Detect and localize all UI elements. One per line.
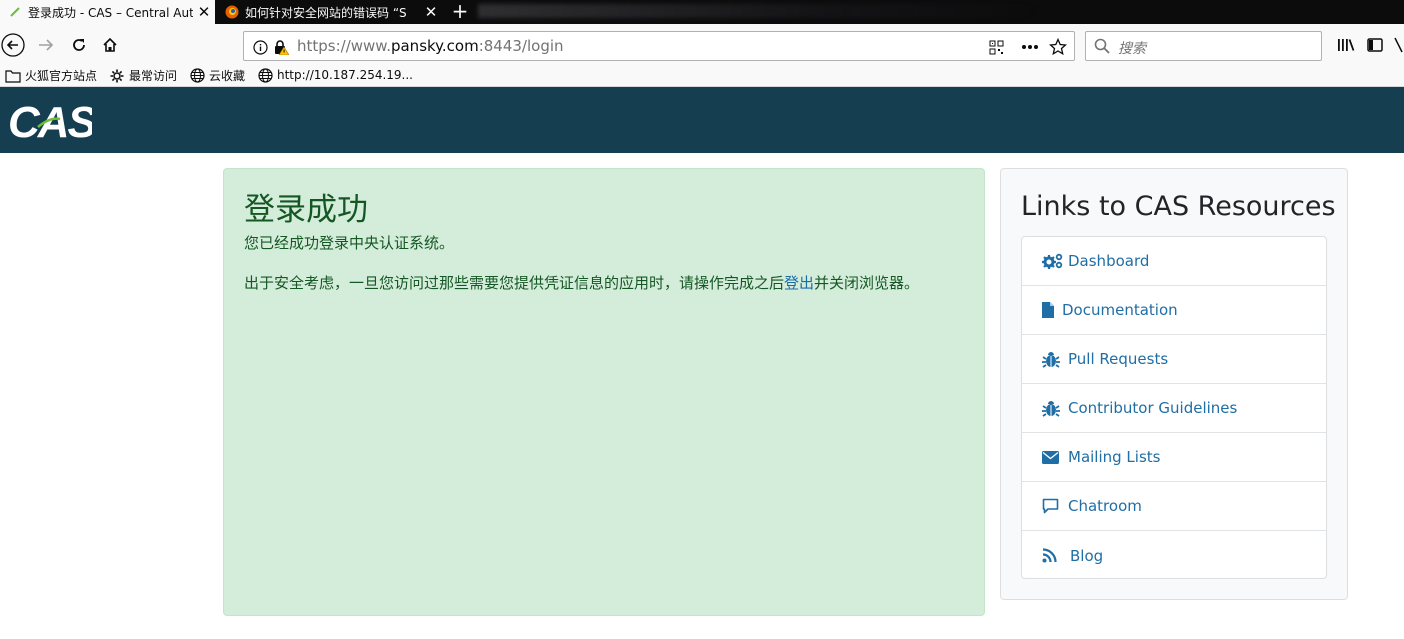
insecure-lock-icon[interactable]	[272, 38, 290, 56]
back-arrow-icon	[1, 33, 25, 57]
bug-icon	[1042, 350, 1064, 368]
resource-label: Chatroom	[1068, 497, 1142, 515]
page-actions-icon[interactable]	[1021, 38, 1039, 56]
rss-icon	[1042, 547, 1064, 565]
bookmark-item[interactable]: 云收藏	[189, 67, 245, 84]
navigation-toolbar: https://www.pansky.com:8443/login 搜索	[0, 24, 1404, 64]
home-icon	[103, 37, 117, 52]
folder-icon	[5, 68, 21, 84]
bookmark-item[interactable]: http://10.187.254.19...	[257, 67, 413, 83]
resource-link-blog[interactable]: Blog	[1022, 531, 1326, 580]
resource-label: Documentation	[1062, 301, 1178, 319]
firefox-favicon-icon	[225, 5, 239, 19]
bookmark-star-icon[interactable]	[1049, 38, 1067, 56]
resource-link-pull-requests[interactable]: Pull Requests	[1022, 335, 1326, 384]
resource-label: Dashboard	[1068, 252, 1150, 270]
overflow-menu-button[interactable]	[1392, 32, 1404, 58]
gear-icon	[109, 68, 125, 84]
cogs-icon	[1042, 252, 1064, 270]
bookmark-label: 最常访问	[129, 69, 178, 83]
overflow-icon	[1394, 37, 1403, 53]
file-icon	[1042, 301, 1058, 319]
globe-icon	[257, 67, 273, 83]
search-placeholder: 搜索	[1118, 41, 1146, 57]
resource-label: Pull Requests	[1068, 350, 1169, 368]
url-text: https://www.pansky.com:8443/login	[297, 37, 564, 55]
address-bar[interactable]: https://www.pansky.com:8443/login	[243, 31, 1075, 61]
success-message: 您已经成功登录中央认证系统。	[244, 234, 455, 252]
forward-button[interactable]	[33, 32, 59, 58]
envelope-icon	[1042, 448, 1064, 466]
resource-link-documentation[interactable]: Documentation	[1022, 286, 1326, 335]
new-tab-button[interactable]: +	[446, 0, 474, 24]
tab-title: 如何针对安全网站的错误码 “S	[245, 5, 407, 20]
success-heading: 登录成功	[244, 192, 368, 228]
sidebar-icon	[1367, 38, 1383, 52]
search-input[interactable]: 搜索	[1085, 31, 1322, 61]
library-button[interactable]	[1333, 32, 1359, 58]
bookmark-label: 火狐官方站点	[25, 69, 98, 83]
bookmark-item[interactable]: 最常访问	[109, 67, 177, 84]
globe-icon	[189, 68, 205, 84]
reload-button[interactable]	[66, 32, 92, 58]
cas-header	[0, 87, 1404, 153]
info-icon[interactable]	[251, 38, 269, 56]
login-success-panel: 登录成功 您已经成功登录中央认证系统。 出于安全考虑，一旦您访问过那些需要您提供…	[223, 168, 985, 616]
blurred-tab-area	[478, 4, 1038, 18]
search-icon	[1094, 38, 1110, 58]
reload-icon	[73, 39, 85, 51]
bookmark-label: http://10.187.254.19...	[277, 68, 413, 82]
bookmark-label: 云收藏	[209, 69, 246, 83]
library-icon	[1338, 39, 1355, 51]
resource-label: Mailing Lists	[1068, 448, 1161, 466]
comment-icon	[1042, 497, 1064, 515]
bug-icon	[1042, 399, 1064, 417]
bookmarks-toolbar: 火狐官方站点 最常访问 云收藏 http://10.187.254.19...	[0, 64, 1404, 87]
resource-link-contributor-guidelines[interactable]: Contributor Guidelines	[1022, 384, 1326, 433]
security-notice: 出于安全考虑，一旦您访问过那些需要您提供凭证信息的应用时，请操作完成之后登出并关…	[244, 274, 920, 292]
tab-bar: 登录成功 - CAS – Central Auth ✕ 如何针对安全网站的错误码…	[0, 0, 1404, 24]
tab-error-code[interactable]: 如何针对安全网站的错误码 “S ✕	[217, 0, 442, 24]
cas-favicon-icon	[8, 5, 22, 19]
resources-list: Dashboard Documentation Pull Requests Co…	[1021, 236, 1327, 579]
tab-cas-login[interactable]: 登录成功 - CAS – Central Auth ✕	[0, 0, 215, 24]
logout-link[interactable]: 登出	[784, 274, 814, 292]
resource-link-mailing-lists[interactable]: Mailing Lists	[1022, 433, 1326, 482]
resources-title: Links to CAS Resources	[1021, 191, 1336, 222]
tab-title: 登录成功 - CAS – Central Auth	[28, 5, 193, 20]
cas-resources-panel: Links to CAS Resources Dashboard Documen…	[1000, 168, 1348, 600]
bookmark-item[interactable]: 火狐官方站点	[5, 67, 97, 84]
back-button[interactable]	[0, 32, 26, 58]
tab-close-icon[interactable]: ✕	[420, 3, 442, 21]
tab-close-icon[interactable]: ✕	[193, 3, 215, 21]
resource-label: Blog	[1070, 546, 1104, 565]
home-button[interactable]	[97, 32, 123, 58]
cas-logo[interactable]: CAS	[8, 97, 99, 147]
sidebar-toggle-button[interactable]	[1362, 32, 1388, 58]
resource-link-dashboard[interactable]: Dashboard	[1022, 237, 1326, 286]
resource-link-chatroom[interactable]: Chatroom	[1022, 482, 1326, 531]
qr-code-icon[interactable]	[987, 38, 1005, 56]
forward-arrow-icon	[39, 39, 54, 51]
resource-label: Contributor Guidelines	[1068, 399, 1238, 417]
